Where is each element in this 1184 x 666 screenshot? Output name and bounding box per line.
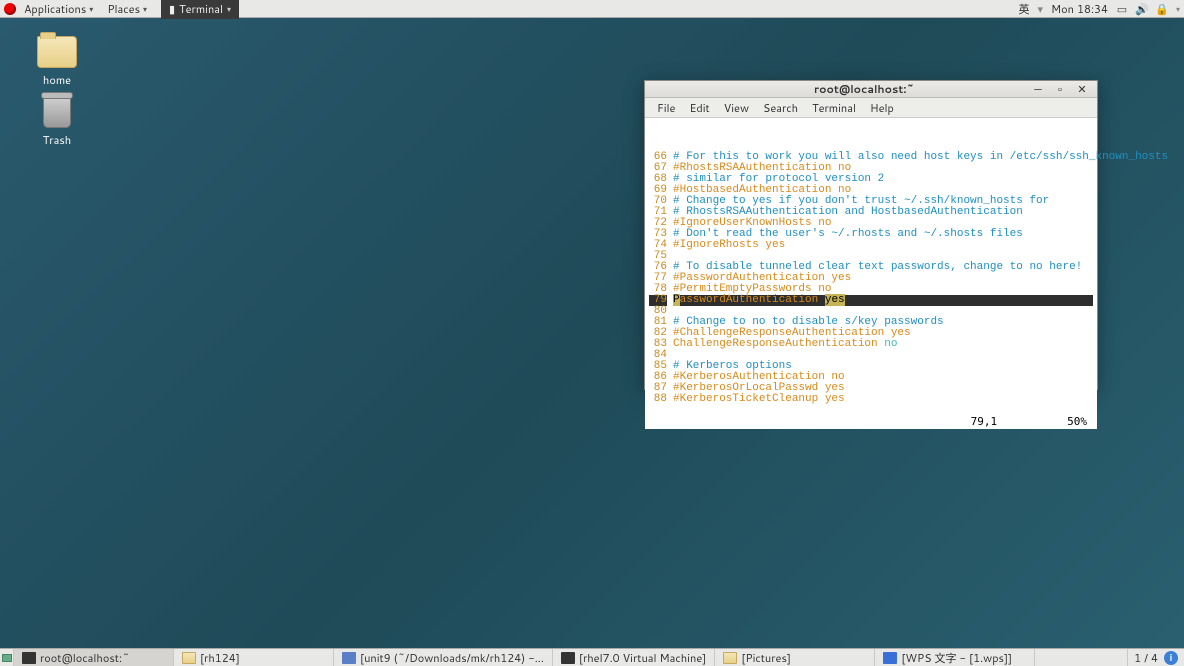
folder-icon <box>37 36 77 68</box>
volume-icon[interactable]: 🔊 <box>1136 3 1148 15</box>
vim-cursor-pos: 79,1 <box>971 416 998 427</box>
menu-search[interactable]: Search <box>757 98 804 118</box>
taskbar-task[interactable]: [rh124] <box>174 649 334 666</box>
task-label: root@localhost:~ <box>40 650 130 666</box>
terminal-line: 83ChallengeResponseAuthentication no <box>649 339 1093 350</box>
close-button[interactable]: ✕ <box>1075 82 1089 96</box>
menu-file[interactable]: File <box>651 98 681 118</box>
applications-menu[interactable]: Applications▾ <box>18 0 99 19</box>
taskbar-task[interactable]: [Pictures] <box>715 649 875 666</box>
menu-help[interactable]: Help <box>864 98 900 118</box>
task-label: [WPS 文字 - [1.wps]] <box>901 650 1012 666</box>
ime-indicator[interactable]: 英 <box>1019 1 1030 17</box>
menu-edit[interactable]: Edit <box>683 98 715 118</box>
task-label: [Pictures] <box>741 650 791 666</box>
icon-label: Trash <box>22 132 92 148</box>
taskbar-task[interactable]: [unit9 (~/Downloads/mk/rh124) -... <box>334 649 553 666</box>
task-label: [rhel7.0 Virtual Machine] <box>579 650 706 666</box>
terminal-line: 74#IgnoreRhosts yes <box>649 240 1093 251</box>
terminal-content[interactable]: 66# For this to work you will also need … <box>645 118 1097 429</box>
window-title: root@localhost:~ <box>705 81 1023 97</box>
places-menu[interactable]: Places▾ <box>101 0 153 19</box>
folder-icon <box>182 652 196 664</box>
clock[interactable]: Mon 18:34 <box>1051 1 1108 17</box>
trash-icon[interactable]: Trash <box>22 96 92 148</box>
distro-logo-icon <box>4 3 16 15</box>
display-icon[interactable]: ▭ <box>1116 3 1128 15</box>
active-app-menu[interactable]: ▮ Terminal▾ <box>161 0 239 19</box>
window-titlebar[interactable]: root@localhost:~ — ▫ ✕ <box>645 81 1097 98</box>
lock-icon[interactable]: 🔒 <box>1156 3 1168 15</box>
terminal-window: root@localhost:~ — ▫ ✕ FileEditViewSearc… <box>644 80 1098 390</box>
info-icon[interactable]: i <box>1164 651 1178 665</box>
icon-label: home <box>22 72 92 88</box>
desktop-area[interactable]: home Trash root@localhost:~ — ▫ ✕ FileEd… <box>0 18 1184 648</box>
term-icon <box>561 652 575 664</box>
maximize-button[interactable]: ▫ <box>1053 82 1067 96</box>
menu-view[interactable]: View <box>718 98 755 118</box>
workspace-indicator[interactable]: 1 / 4 <box>1134 650 1158 666</box>
menu-terminal[interactable]: Terminal <box>806 98 862 118</box>
vim-scroll-pct: 50% <box>1067 416 1087 427</box>
home-folder-icon[interactable]: home <box>22 36 92 88</box>
taskbar-task[interactable]: root@localhost:~ <box>14 649 174 666</box>
taskbar-task[interactable]: [WPS 文字 - [1.wps]] <box>875 649 1035 666</box>
wps-icon <box>883 652 897 664</box>
task-label: [rh124] <box>200 650 240 666</box>
top-panel: Applications▾ Places▾ ▮ Terminal▾ 英 ▾ Mo… <box>0 0 1184 18</box>
taskbar-task[interactable]: [rhel7.0 Virtual Machine] <box>553 649 715 666</box>
minimize-button[interactable]: — <box>1031 82 1045 96</box>
show-desktop-icon[interactable] <box>2 654 12 662</box>
bottom-taskbar: root@localhost:~ [rh124] [unit9 (~/Downloa… <box>0 648 1184 666</box>
terminal-menubar: FileEditViewSearchTerminalHelp <box>645 98 1097 118</box>
term-icon <box>22 652 36 664</box>
terminal-icon: ▮ <box>169 1 175 17</box>
terminal-line: 79PasswordAuthentication yes <box>649 295 1093 306</box>
task-label: [unit9 (~/Downloads/mk/rh124) -... <box>360 650 544 666</box>
folder-icon <box>723 652 737 664</box>
terminal-line: 88#KerberosTicketCleanup yes <box>649 394 1093 405</box>
trashcan-icon <box>43 96 71 128</box>
doc-icon <box>342 652 356 664</box>
